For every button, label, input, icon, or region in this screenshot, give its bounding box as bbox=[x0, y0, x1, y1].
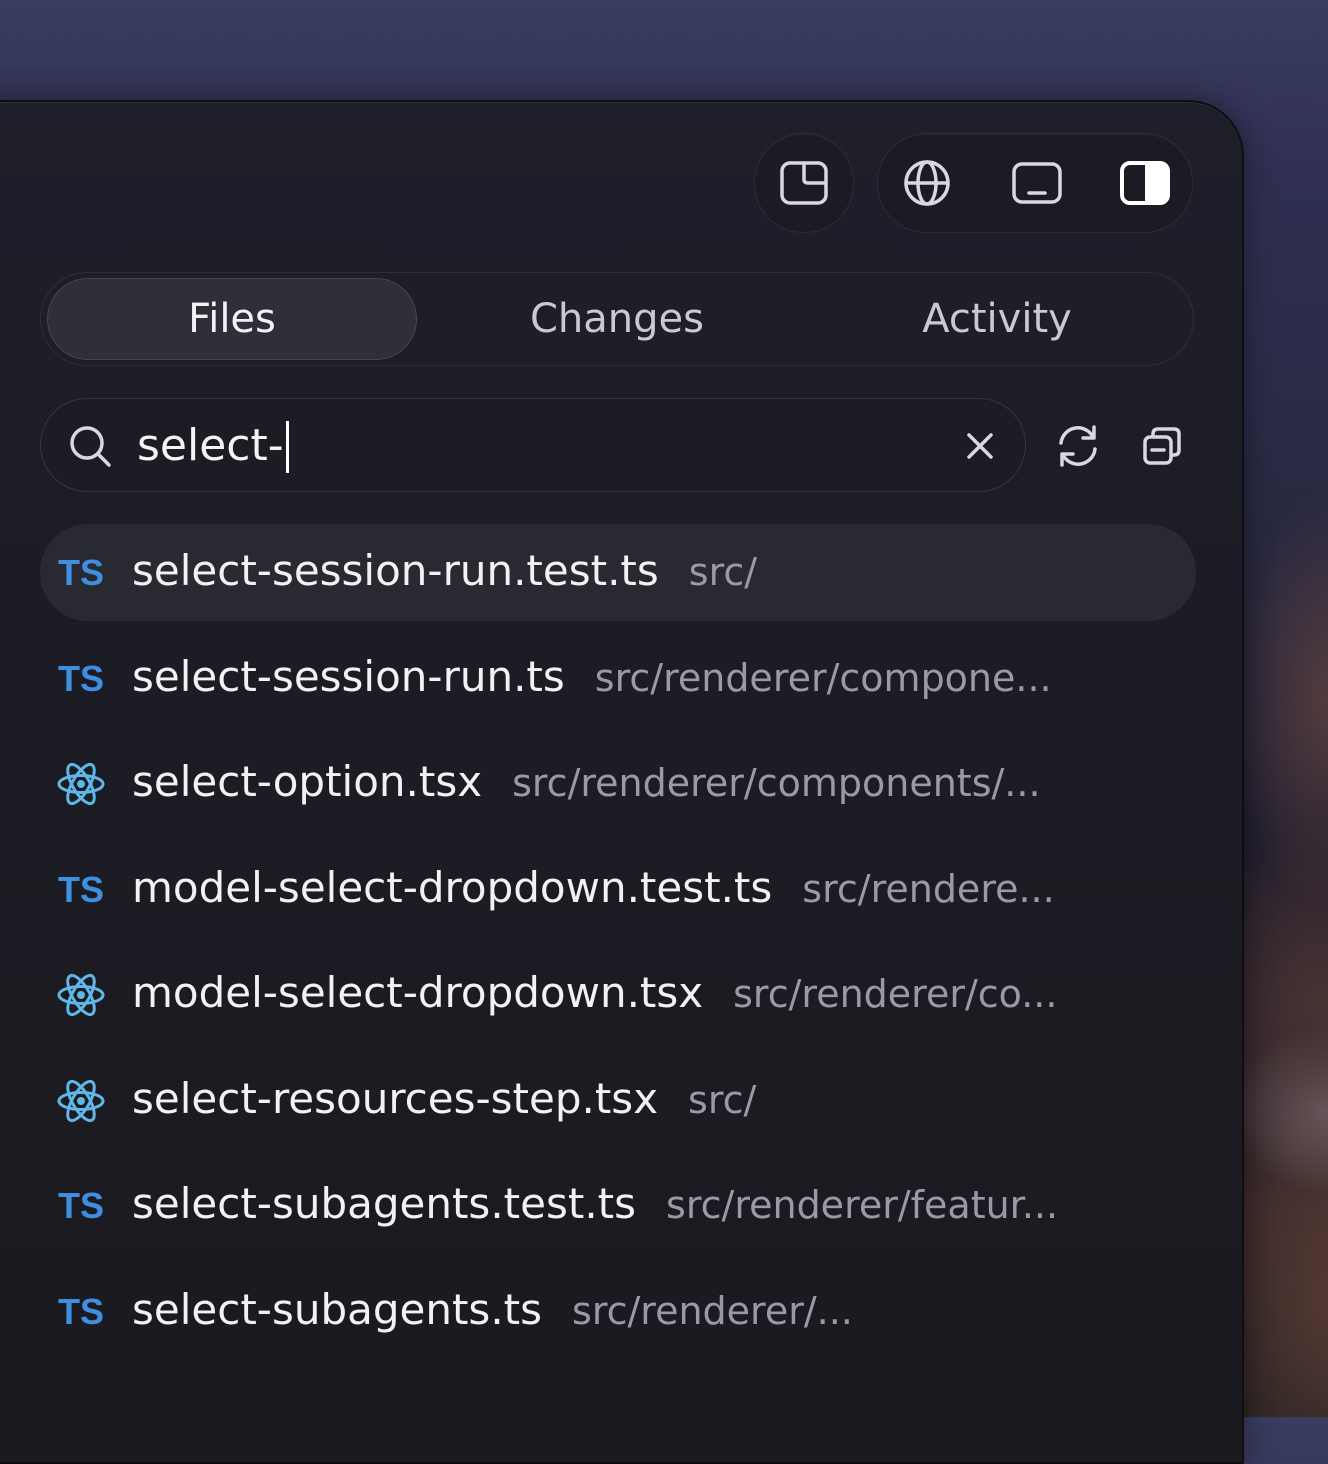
result-row[interactable]: TS model-select-dropdown.test.ts src/rende… bbox=[40, 841, 1196, 938]
sidebar-toggle-button[interactable] bbox=[1096, 134, 1194, 232]
file-name-text: model-select-dropdown.tsx bbox=[132, 968, 704, 1017]
typescript-file-icon: TS bbox=[56, 865, 106, 915]
react-file-icon bbox=[56, 970, 106, 1020]
file-name-text: select-option.tsx bbox=[132, 757, 483, 806]
result-row[interactable]: TS select-subagents.test.ts src/renderer/f… bbox=[40, 1157, 1196, 1254]
search-icon bbox=[70, 426, 111, 467]
tab-changes[interactable]: Changes bbox=[427, 278, 807, 360]
file-name-text: select-subagents.ts bbox=[132, 1284, 543, 1334]
file-name-text: model-select-dropdown.test.ts bbox=[132, 862, 773, 912]
search-input[interactable] bbox=[137, 413, 917, 477]
typescript-file-icon: TS bbox=[56, 654, 106, 704]
file-name: model-select-dropdown.tsx src/renderer/co… bbox=[132, 968, 1057, 1017]
file-name: model-select-dropdown.test.ts src/rendere… bbox=[132, 863, 1055, 912]
browser-button[interactable] bbox=[878, 134, 976, 232]
typescript-file-icon: TS bbox=[56, 1287, 106, 1337]
result-row[interactable]: model-select-dropdown.tsx src/renderer/co… bbox=[40, 946, 1196, 1043]
clear-search-button[interactable] bbox=[955, 421, 1005, 471]
file-path: src/ bbox=[688, 1077, 757, 1122]
globe-icon bbox=[904, 160, 950, 206]
file-name: select-resources-step.tsx src/ bbox=[132, 1074, 756, 1123]
file-name-text: select-subagents.test.ts bbox=[132, 1179, 637, 1228]
typescript-badge: TS bbox=[57, 1290, 104, 1332]
view-toolbar-group bbox=[877, 133, 1193, 233]
file-name: select-option.tsx src/renderer/components… bbox=[132, 757, 1041, 806]
sidebar-toggle-icon bbox=[1120, 161, 1170, 205]
file-path: src/ bbox=[688, 550, 758, 594]
result-row[interactable]: TS select-subagents.ts src/renderer/... bbox=[40, 1263, 1196, 1360]
file-name-text: select-resources-step.tsx bbox=[132, 1073, 659, 1123]
react-file-icon bbox=[56, 759, 106, 809]
file-name: select-session-run.test.ts src/ bbox=[132, 546, 757, 595]
file-name: select-subagents.test.ts src/renderer/fea… bbox=[132, 1179, 1058, 1228]
terminal-panel-button[interactable] bbox=[988, 134, 1086, 232]
typescript-badge: TS bbox=[57, 868, 104, 910]
panel-layout-button[interactable] bbox=[754, 133, 854, 233]
tab-activity[interactable]: Activity bbox=[807, 278, 1187, 360]
search-results-list: TS select-session-run.test.ts src/TS select… bbox=[40, 524, 1196, 1368]
typescript-file-icon: TS bbox=[56, 548, 106, 598]
react-file-icon bbox=[56, 1076, 106, 1126]
file-name: select-session-run.ts src/renderer/compon… bbox=[132, 652, 1052, 701]
refresh-button[interactable] bbox=[1046, 414, 1110, 478]
collapse-all-icon bbox=[1143, 427, 1181, 465]
collapse-all-button[interactable] bbox=[1130, 414, 1194, 478]
result-row[interactable]: select-resources-step.tsx src/ bbox=[40, 1052, 1196, 1149]
file-path: src/renderer/featur... bbox=[666, 1183, 1059, 1227]
result-row[interactable]: TS select-session-run.ts src/renderer/comp… bbox=[40, 630, 1196, 727]
result-row[interactable]: select-option.tsx src/renderer/components… bbox=[40, 735, 1196, 832]
text-caret bbox=[285, 421, 289, 473]
refresh-icon bbox=[1059, 425, 1097, 467]
file-path: src/rendere... bbox=[802, 866, 1055, 911]
file-search-box bbox=[40, 398, 1026, 492]
tab-files[interactable]: Files bbox=[47, 278, 417, 360]
file-name-text: select-session-run.test.ts bbox=[132, 546, 659, 595]
panel-layout-icon bbox=[780, 161, 828, 205]
typescript-file-icon: TS bbox=[56, 1181, 106, 1231]
close-icon bbox=[967, 433, 993, 459]
file-name: select-subagents.ts src/renderer/... bbox=[132, 1285, 853, 1334]
file-path: src/renderer/... bbox=[572, 1288, 853, 1333]
typescript-badge: TS bbox=[57, 552, 104, 593]
typescript-badge: TS bbox=[57, 657, 104, 699]
panel-tabs: Files Changes Activity bbox=[40, 272, 1194, 366]
result-row[interactable]: TS select-session-run.test.ts src/ bbox=[40, 524, 1196, 621]
file-path: src/renderer/co... bbox=[733, 972, 1058, 1016]
terminal-panel-icon bbox=[1012, 162, 1062, 204]
typescript-badge: TS bbox=[57, 1185, 104, 1226]
file-path: src/renderer/components/... bbox=[512, 761, 1041, 805]
file-path: src/renderer/compone... bbox=[594, 655, 1052, 700]
file-name-text: select-session-run.ts bbox=[132, 651, 565, 701]
